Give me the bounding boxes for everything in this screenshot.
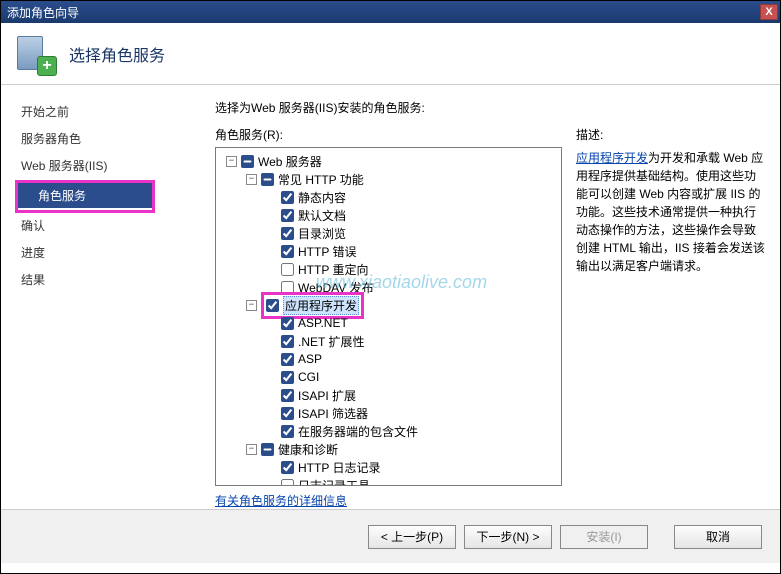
highlight-tree-node: 应用程序开发: [261, 292, 364, 319]
tree-node-label[interactable]: 默认文档: [298, 207, 346, 224]
tree-node-label[interactable]: 日志记录工具: [298, 477, 370, 487]
main-panel: 选择为Web 服务器(IIS)安装的角色服务: 角色服务(R): www.xia…: [201, 85, 780, 509]
tree-checkbox[interactable]: [281, 209, 294, 222]
tree-checkbox[interactable]: [281, 263, 294, 276]
plus-icon: +: [37, 56, 57, 76]
tree-node[interactable]: ASP: [218, 350, 559, 368]
tree-checkbox[interactable]: [281, 425, 294, 438]
role-services-tree[interactable]: www.xiaotiaolive.com −Web 服务器−常见 HTTP 功能…: [215, 147, 562, 486]
tree-node-label[interactable]: 健康和诊断: [278, 441, 338, 458]
tree-checkbox[interactable]: [281, 353, 294, 366]
tree-node-label[interactable]: 应用程序开发: [283, 296, 359, 315]
tree-checkbox[interactable]: [241, 155, 254, 168]
tree-checkbox[interactable]: [281, 371, 294, 384]
sidebar-step-role-services[interactable]: 角色服务: [18, 183, 152, 208]
highlight-sidebar: 角色服务: [15, 180, 155, 213]
wizard-header: + 选择角色服务: [1, 23, 780, 85]
wizard-body: 开始之前 服务器角色 Web 服务器(IIS) 角色服务 确认 进度 结果 选择…: [1, 85, 780, 509]
tree-node-label[interactable]: 在服务器端的包含文件: [298, 423, 418, 440]
expander-icon[interactable]: −: [246, 444, 257, 455]
tree-node[interactable]: ISAPI 筛选器: [218, 404, 559, 422]
tree-node-label[interactable]: ASP.NET: [298, 316, 348, 330]
description-text: 应用程序开发为开发和承载 Web 应用程序提供基础结构。使用这些功能可以创建 W…: [576, 149, 766, 275]
sidebar-step-server-roles[interactable]: 服务器角色: [15, 126, 201, 151]
tree-checkbox[interactable]: [281, 191, 294, 204]
sidebar-step-results[interactable]: 结果: [15, 267, 201, 292]
tree-node-label[interactable]: ISAPI 筛选器: [298, 405, 368, 422]
tree-node[interactable]: 日志记录工具: [218, 476, 559, 486]
tree-node[interactable]: .NET 扩展性: [218, 332, 559, 350]
wizard-icon: +: [15, 34, 55, 74]
tree-node[interactable]: 在服务器端的包含文件: [218, 422, 559, 440]
expander-icon[interactable]: −: [246, 174, 257, 185]
tree-node[interactable]: 目录浏览: [218, 224, 559, 242]
tree-node[interactable]: − 常见 HTTP 功能: [218, 170, 559, 188]
tree-node[interactable]: HTTP 日志记录: [218, 458, 559, 476]
tree-node-label[interactable]: ASP: [298, 352, 322, 366]
close-button[interactable]: X: [760, 4, 778, 20]
tree-node[interactable]: − Web 服务器: [218, 152, 559, 170]
tree-node-label[interactable]: Web 服务器: [258, 153, 322, 170]
sidebar: 开始之前 服务器角色 Web 服务器(IIS) 角色服务 确认 进度 结果: [1, 85, 201, 509]
description-link[interactable]: 应用程序开发: [576, 151, 648, 165]
tree-node[interactable]: ISAPI 扩展: [218, 386, 559, 404]
tree-node-label[interactable]: 目录浏览: [298, 225, 346, 242]
tree-label: 角色服务(R):: [215, 126, 562, 143]
tree-node[interactable]: 静态内容: [218, 188, 559, 206]
tree-checkbox[interactable]: [281, 245, 294, 258]
tree-node-label[interactable]: HTTP 日志记录: [298, 459, 380, 476]
tree-checkbox[interactable]: [281, 335, 294, 348]
window-title: 添加角色向导: [7, 4, 760, 21]
description-panel: 描述: 应用程序开发为开发和承载 Web 应用程序提供基础结构。使用这些功能可以…: [576, 126, 766, 509]
tree-node[interactable]: CGI: [218, 368, 559, 386]
description-heading: 描述:: [576, 126, 766, 143]
tree-checkbox[interactable]: [261, 443, 274, 456]
cancel-button[interactable]: 取消: [674, 525, 762, 549]
tree-node-label[interactable]: 静态内容: [298, 189, 346, 206]
tree-checkbox[interactable]: [281, 479, 294, 487]
prompt-text: 选择为Web 服务器(IIS)安装的角色服务:: [215, 99, 766, 116]
close-icon: X: [765, 6, 772, 18]
tree-checkbox[interactable]: [281, 317, 294, 330]
tree-node-label[interactable]: HTTP 错误: [298, 243, 356, 260]
tree-node-label[interactable]: .NET 扩展性: [298, 333, 364, 350]
tree-checkbox[interactable]: [281, 389, 294, 402]
tree-node-label[interactable]: ISAPI 扩展: [298, 387, 356, 404]
tree-checkbox[interactable]: [266, 299, 279, 312]
tree-checkbox[interactable]: [281, 407, 294, 420]
tree-node[interactable]: HTTP 错误: [218, 242, 559, 260]
prev-button[interactable]: < 上一步(P): [368, 525, 456, 549]
expander-icon[interactable]: −: [246, 300, 257, 311]
more-info-link[interactable]: 有关角色服务的详细信息: [215, 494, 347, 508]
tree-node[interactable]: HTTP 重定向: [218, 260, 559, 278]
page-title: 选择角色服务: [69, 42, 165, 66]
tree-node[interactable]: 默认文档: [218, 206, 559, 224]
tree-checkbox[interactable]: [281, 227, 294, 240]
tree-node-label[interactable]: 常见 HTTP 功能: [278, 171, 364, 188]
tree-node[interactable]: − 应用程序开发: [218, 296, 559, 314]
titlebar: 添加角色向导 X: [1, 1, 780, 23]
next-button[interactable]: 下一步(N) >: [464, 525, 552, 549]
tree-checkbox[interactable]: [281, 461, 294, 474]
expander-icon[interactable]: −: [226, 156, 237, 167]
sidebar-step-progress[interactable]: 进度: [15, 240, 201, 265]
sidebar-step-before[interactable]: 开始之前: [15, 99, 201, 124]
sidebar-step-confirm[interactable]: 确认: [15, 213, 201, 238]
wizard-footer: < 上一步(P) 下一步(N) > 安装(I) 取消: [1, 509, 780, 563]
tree-node-label[interactable]: HTTP 重定向: [298, 261, 368, 278]
tree-node-label[interactable]: CGI: [298, 370, 319, 384]
tree-checkbox[interactable]: [261, 173, 274, 186]
tree-node[interactable]: − 健康和诊断: [218, 440, 559, 458]
install-button: 安装(I): [560, 525, 648, 549]
sidebar-step-iis[interactable]: Web 服务器(IIS): [15, 153, 201, 178]
